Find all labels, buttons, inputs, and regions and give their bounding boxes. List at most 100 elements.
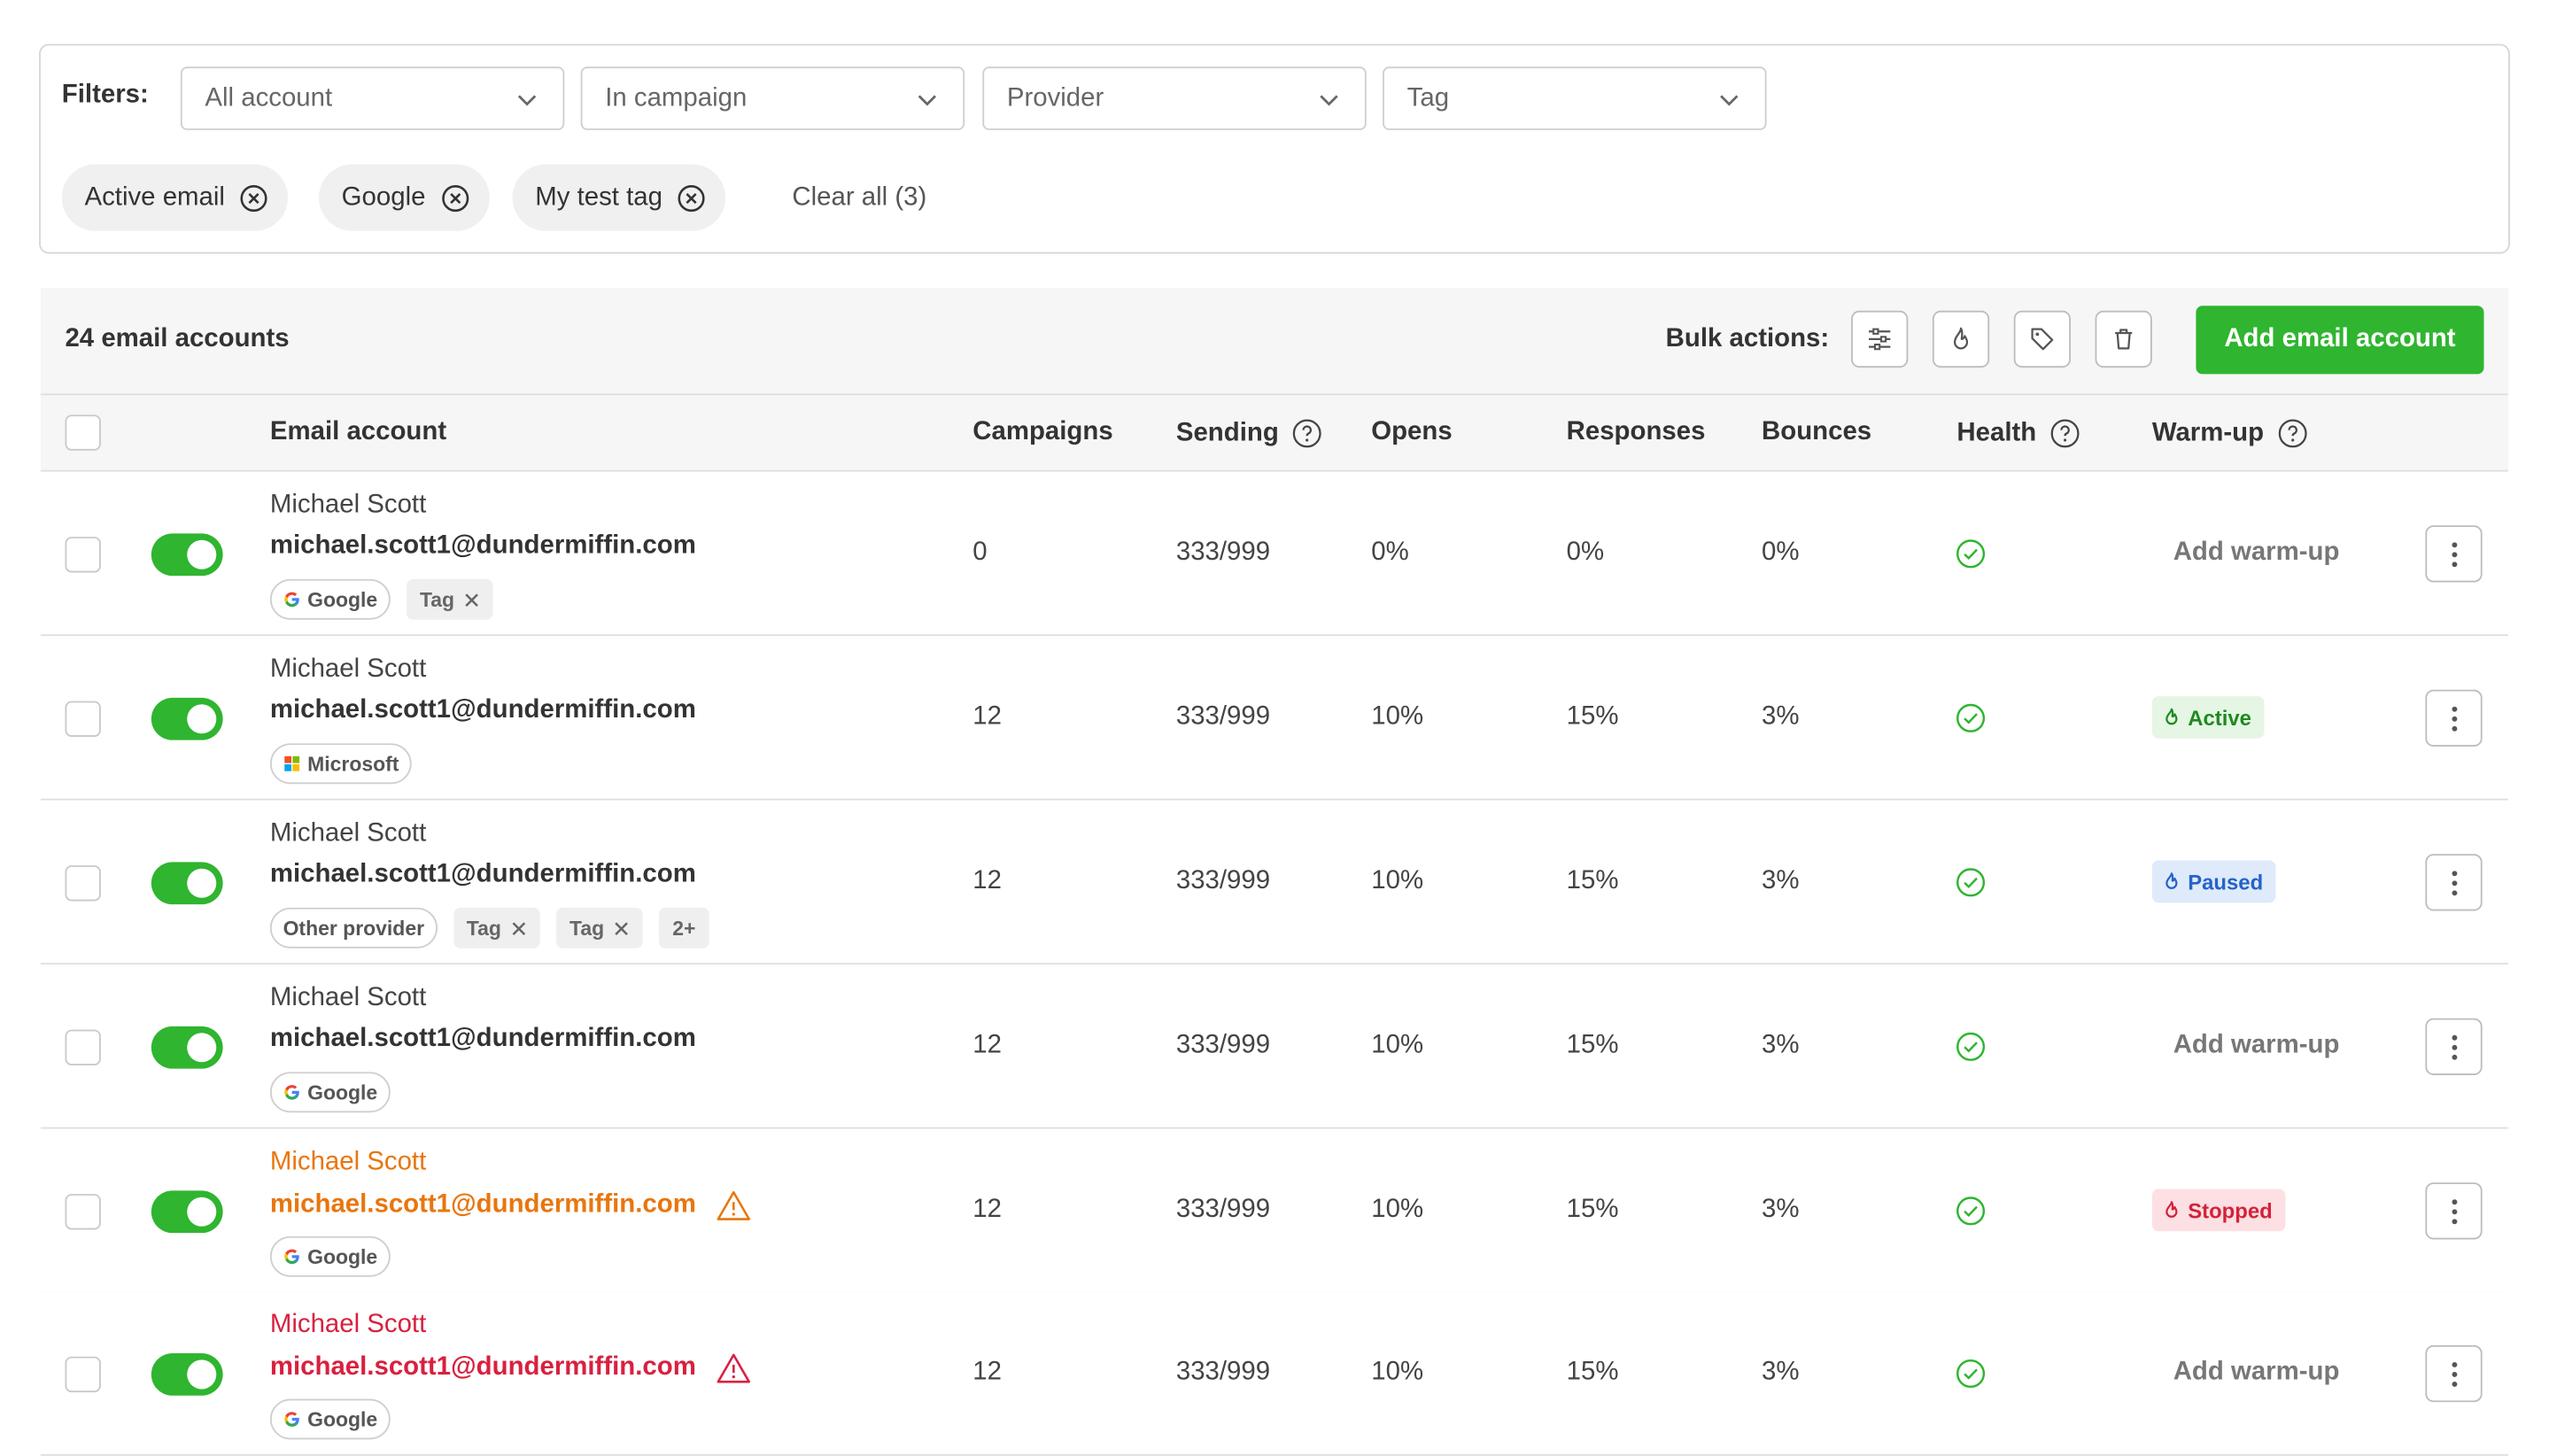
column-responses[interactable]: Responses [1567, 418, 1706, 447]
provider-filter-value: Provider [1006, 83, 1104, 112]
column-email-account[interactable]: Email account [270, 418, 446, 447]
row-checkbox[interactable] [65, 1029, 101, 1065]
account-email[interactable]: michael.scott1@dundermiffin.com [270, 532, 696, 561]
cell-bounces: 3% [1762, 702, 1800, 731]
column-bounces[interactable]: Bounces [1762, 418, 1871, 447]
bulk-delete-button[interactable] [2095, 310, 2152, 368]
account-email[interactable]: michael.scott1@dundermiffin.com [270, 1189, 751, 1222]
row-more-button[interactable] [2425, 854, 2483, 911]
help-icon[interactable] [2049, 418, 2080, 449]
cell-responses: 15% [1566, 866, 1619, 895]
cell-responses: 15% [1566, 1358, 1619, 1386]
bulk-actions-label: Bulk actions: [1665, 325, 1830, 353]
bulk-settings-button[interactable] [1851, 310, 1909, 368]
campaign-filter-select[interactable]: In campaign [580, 66, 965, 130]
provider-label: Google [307, 1080, 378, 1104]
account-badges: Google [269, 1072, 391, 1113]
column-sending[interactable]: Sending [1176, 418, 1322, 449]
row-more-button[interactable] [2425, 1182, 2483, 1240]
bulk-warmup-button[interactable] [1932, 310, 1990, 368]
warmup-status-label: Stopped [2188, 1197, 2273, 1223]
account-email-text: michael.scott1@dundermiffin.com [269, 860, 696, 888]
add-warmup-link[interactable]: Add warm-up [2173, 538, 2340, 568]
table-row: Michael Scott michael.scott1@dundermiffin… [40, 1291, 2509, 1456]
cell-responses: 15% [1566, 702, 1619, 731]
row-more-button[interactable] [2425, 525, 2483, 583]
table-row: Michael Scott michael.scott1@dundermiffin… [40, 800, 2509, 965]
account-toggle[interactable] [151, 1190, 223, 1234]
account-filter-select[interactable]: All account [180, 66, 565, 130]
provider-badge: Google [269, 1235, 391, 1277]
close-circle-icon[interactable] [239, 183, 268, 213]
account-email[interactable]: michael.scott1@dundermiffin.com [270, 1351, 751, 1384]
close-circle-icon[interactable] [440, 183, 469, 213]
close-circle-icon[interactable] [677, 183, 706, 213]
chevron-down-icon [1720, 94, 1739, 105]
filter-chip-label: Active email [84, 182, 225, 211]
close-icon[interactable] [614, 920, 630, 936]
flame-icon [2165, 708, 2178, 725]
select-all-checkbox[interactable] [65, 414, 101, 451]
row-checkbox[interactable] [65, 701, 101, 737]
health-check-icon [1956, 1032, 1986, 1061]
column-campaigns[interactable]: Campaigns [972, 418, 1112, 447]
tag-chip: Tag [453, 907, 540, 949]
account-name: Michael Scott [269, 1148, 427, 1176]
tag-label: Tag [419, 587, 455, 611]
bulk-tag-button[interactable] [2013, 310, 2071, 368]
column-warm-up[interactable]: Warm-up [2152, 418, 2308, 449]
google-icon [284, 592, 299, 608]
add-warmup-link[interactable]: Add warm-up [2173, 1359, 2340, 1388]
row-checkbox[interactable] [65, 865, 101, 902]
account-email[interactable]: michael.scott1@dundermiffin.com [270, 696, 696, 725]
close-icon[interactable] [511, 920, 527, 936]
tag-label: Tag [466, 916, 501, 940]
column-opens[interactable]: Opens [1371, 418, 1452, 447]
row-checkbox[interactable] [65, 1194, 101, 1230]
cell-opens: 10% [1371, 866, 1424, 895]
row-more-button[interactable] [2425, 689, 2483, 747]
tag-chip: Tag [556, 907, 644, 949]
close-icon[interactable] [464, 592, 480, 608]
cell-campaigns: 12 [972, 866, 1002, 895]
add-warmup-link[interactable]: Add warm-up [2173, 1031, 2340, 1060]
account-toggle[interactable] [151, 533, 223, 577]
column-label: Responses [1566, 418, 1706, 446]
tag-filter-select[interactable]: Tag [1383, 66, 1767, 130]
provider-badge: Google [269, 1072, 391, 1113]
help-icon[interactable] [2277, 418, 2308, 449]
account-toggle[interactable] [151, 1353, 223, 1396]
account-toggle[interactable] [151, 862, 223, 905]
account-email[interactable]: michael.scott1@dundermiffin.com [270, 1025, 696, 1054]
cell-responses: 15% [1566, 1031, 1619, 1059]
table-row: Michael Scott michael.scott1@dundermiffin… [40, 964, 2509, 1129]
tag-filter-value: Tag [1406, 83, 1450, 112]
column-health[interactable]: Health [1956, 418, 2080, 449]
warning-triangle-icon [717, 1353, 750, 1383]
campaign-filter-value: In campaign [605, 83, 748, 112]
account-badges: Google [269, 1235, 391, 1277]
flame-icon [2165, 1201, 2178, 1218]
add-email-account-button[interactable]: Add email account [2196, 306, 2484, 375]
account-name: Michael Scott [269, 819, 427, 848]
row-checkbox[interactable] [65, 1356, 101, 1393]
account-toggle[interactable] [151, 697, 223, 740]
cell-bounces: 3% [1762, 1195, 1800, 1224]
table-row: Michael Scott michael.scott1@dundermiffin… [40, 471, 2509, 637]
account-email[interactable]: michael.scott1@dundermiffin.com [270, 861, 696, 890]
row-more-button[interactable] [2425, 1344, 2483, 1403]
row-checkbox[interactable] [65, 537, 101, 573]
account-name: Michael Scott [269, 491, 427, 519]
clear-all-filters-link[interactable]: Clear all (3) [792, 184, 926, 213]
account-toggle[interactable] [151, 1026, 223, 1069]
more-vertical-icon [2451, 1034, 2457, 1059]
provider-filter-select[interactable]: Provider [982, 66, 1367, 130]
more-tags-chip[interactable]: 2+ [659, 907, 709, 949]
cell-sending: 333/999 [1175, 866, 1271, 895]
table-toolbar: 24 email accounts Bulk actions: Add emai… [40, 288, 2509, 396]
row-more-button[interactable] [2425, 1018, 2483, 1075]
provider-label: Google [307, 587, 378, 611]
help-icon[interactable] [1291, 418, 1322, 449]
health-check-icon [1956, 539, 1986, 569]
more-vertical-icon [2451, 1198, 2457, 1224]
